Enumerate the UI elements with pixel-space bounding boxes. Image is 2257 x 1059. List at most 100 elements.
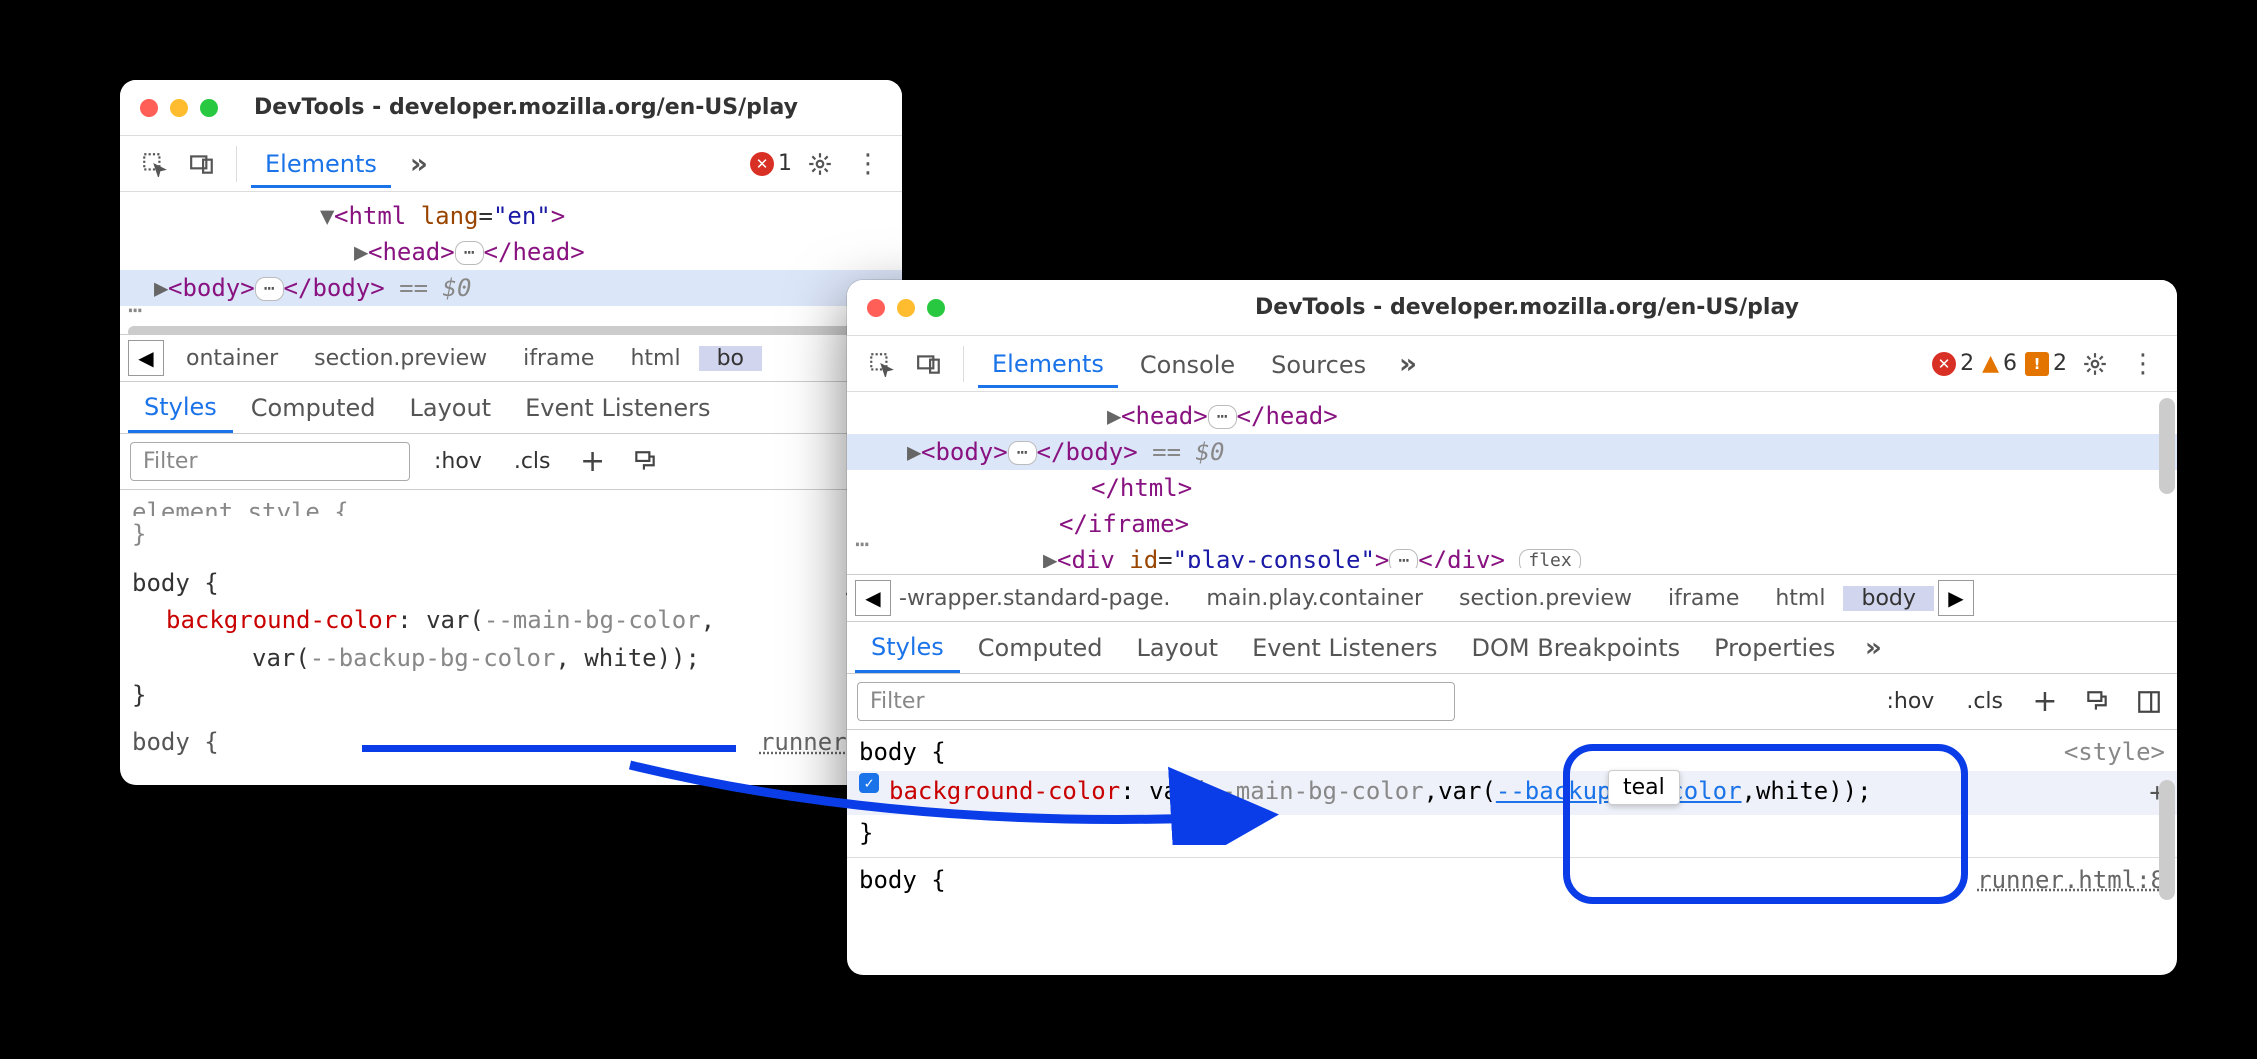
styles-pane[interactable]: element.style { } body { <st background-… [120,490,902,765]
expand-icon[interactable]: ▶ [1107,398,1121,434]
dom-tree[interactable]: ▼<html lang="en"> ▶<head>⋯</head> ▶<body… [120,192,902,334]
expand-icon[interactable]: ▼ [320,198,334,234]
crumb-prev-icon[interactable]: ◀ [855,580,891,616]
css-property-row[interactable]: background-color: var(--main-bg-color, [166,602,890,639]
scrollbar-horizontal[interactable] [128,326,894,334]
more-indicator-icon: ⋯ [855,526,869,562]
css-var[interactable]: --main-bg-color [484,606,701,634]
filter-input[interactable]: Filter [857,682,1455,721]
collapsed-ellipsis[interactable]: ⋯ [1389,549,1418,568]
tab-elements[interactable]: Elements [978,340,1118,388]
subtab-properties[interactable]: Properties [1698,624,1851,671]
warning-count: 6 [2003,351,2017,376]
crumb-next-icon[interactable]: ▶ [1938,580,1974,616]
selector[interactable]: body { [859,862,946,899]
crumb-item[interactable]: main.play.container [1188,586,1441,611]
kebab-menu-icon[interactable]: ⋮ [2123,344,2163,384]
warning-badge[interactable]: ▲ 6 [1982,351,2017,376]
property-checkbox-icon[interactable]: ✓ [859,773,879,793]
inspect-element-icon[interactable] [861,344,901,384]
brace: } [132,681,146,709]
flex-badge[interactable]: flex [1519,549,1580,568]
crumb-item[interactable]: ontainer [168,346,296,371]
expand-icon[interactable]: ▶ [354,234,368,270]
expand-icon[interactable]: ▶ [907,434,921,470]
kebab-menu-icon[interactable]: ⋮ [848,144,888,184]
expand-icon[interactable]: ▶ [154,270,168,306]
css-var[interactable]: --main-bg-color [1207,773,1424,813]
maximize-window-button[interactable] [200,99,218,117]
subtab-event-listeners[interactable]: Event Listeners [509,384,726,431]
device-toolbar-icon[interactable] [909,344,949,384]
subtab-computed[interactable]: Computed [235,384,392,431]
add-rule-icon[interactable]: + [575,444,611,480]
hov-toggle[interactable]: :hov [1878,685,1942,718]
tab-console[interactable]: Console [1126,341,1249,386]
crumb-item[interactable]: html [1757,586,1843,611]
css-property-row-continued[interactable]: var(--backup-bg-color, white)); [252,640,890,677]
property-name[interactable]: background-color [889,773,1120,813]
subtab-computed[interactable]: Computed [962,624,1119,671]
styles-pane[interactable]: body { <style> ✓ background-color: var(-… [847,730,2177,903]
crumb-item[interactable]: iframe [505,346,612,371]
collapsed-ellipsis[interactable]: ⋯ [1008,441,1037,465]
settings-icon[interactable] [2075,344,2115,384]
info-badge[interactable]: ! 2 [2025,351,2067,376]
selector[interactable]: body { [132,565,219,602]
crumb-item[interactable]: iframe [1650,586,1757,611]
close-window-button[interactable] [867,299,885,317]
crumb-item[interactable]: -wrapper.standard-page. [895,586,1188,611]
crumb-item-current[interactable]: body [1843,586,1933,611]
minimize-window-button[interactable] [897,299,915,317]
crumb-item[interactable]: html [612,346,698,371]
cls-toggle[interactable]: .cls [506,445,559,478]
more-tabs-icon[interactable]: » [399,144,439,184]
crumb-item-current[interactable]: bo [699,346,762,371]
paint-icon[interactable] [2079,684,2115,720]
traffic-lights [140,99,218,117]
error-icon: ✕ [1932,352,1956,376]
subtab-dom-breakpoints[interactable]: DOM Breakpoints [1456,624,1697,671]
collapsed-ellipsis[interactable]: ⋯ [255,277,284,301]
more-tabs-icon[interactable]: » [1388,344,1428,384]
dom-tree[interactable]: ▶<head>⋯</head> ▶<body>⋯</body> == $0 </… [847,392,2177,574]
crumb-prev-icon[interactable]: ◀ [128,340,164,376]
styles-filter-bar: Filter :hov .cls + [847,674,2177,730]
subtab-event-listeners[interactable]: Event Listeners [1236,624,1453,671]
settings-icon[interactable] [800,144,840,184]
paint-icon[interactable] [627,444,663,480]
minimize-window-button[interactable] [170,99,188,117]
tab-elements[interactable]: Elements [251,140,391,188]
filter-input[interactable]: Filter [130,442,410,481]
error-badge[interactable]: ✕ 2 [1932,351,1974,376]
tab-sources[interactable]: Sources [1257,341,1380,386]
hov-toggle[interactable]: :hov [426,445,490,478]
subtab-styles[interactable]: Styles [855,623,960,673]
collapsed-ellipsis[interactable]: ⋯ [1208,405,1237,429]
subtab-styles[interactable]: Styles [128,383,233,433]
property-name[interactable]: background-color [166,606,397,634]
selector[interactable]: body { [132,724,219,761]
crumb-item[interactable]: section.preview [1441,586,1650,611]
expand-icon[interactable]: ▶ [1043,542,1057,568]
cls-toggle[interactable]: .cls [1958,685,2011,718]
error-badge[interactable]: ✕ 1 [750,151,792,176]
computed-panel-icon[interactable] [2131,684,2167,720]
source-link[interactable]: runner.html:8 [1977,862,2165,899]
scrollbar-vertical[interactable] [2159,780,2175,900]
subtab-layout[interactable]: Layout [393,384,507,431]
close-window-button[interactable] [140,99,158,117]
inspect-element-icon[interactable] [134,144,174,184]
source-link[interactable]: <style> [2064,734,2165,771]
more-subtabs-icon[interactable]: » [1853,628,1893,668]
css-var[interactable]: --backup-bg-color [310,644,556,672]
maximize-window-button[interactable] [927,299,945,317]
collapsed-ellipsis[interactable]: ⋯ [455,241,484,265]
scrollbar-vertical[interactable] [2159,398,2175,494]
add-rule-icon[interactable]: + [2027,684,2063,720]
css-property-row-active[interactable]: ✓ background-color: var(--main-bg-color,… [847,771,2177,815]
device-toolbar-icon[interactable] [182,144,222,184]
crumb-item[interactable]: section.preview [296,346,505,371]
selector[interactable]: body { [859,734,946,771]
subtab-layout[interactable]: Layout [1120,624,1234,671]
